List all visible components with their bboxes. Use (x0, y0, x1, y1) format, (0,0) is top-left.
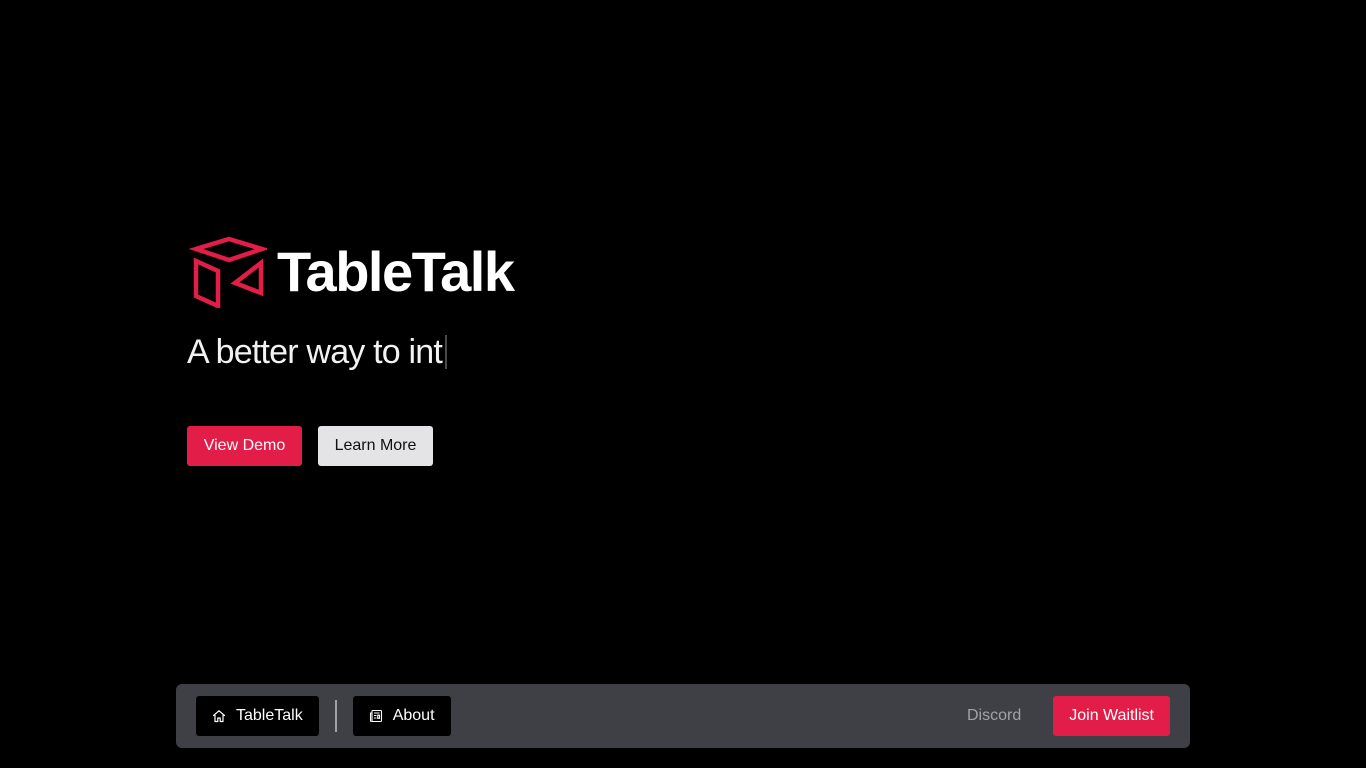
typing-caret (445, 335, 448, 369)
nav-home-button[interactable]: TableTalk (196, 696, 319, 736)
discord-link[interactable]: Discord (967, 707, 1021, 725)
nav-divider (334, 700, 337, 732)
nav-about-label: About (392, 707, 435, 724)
nav-about-button[interactable]: About (352, 696, 451, 736)
bottom-nav-bar: TableTalk About Discord Join Waitlist (176, 684, 1190, 748)
tagline: A better way to int (187, 333, 443, 371)
newspaper-icon (369, 709, 382, 723)
hero-section: TableTalk A better way to int View Demo … (187, 236, 515, 466)
learn-more-button[interactable]: Learn More (318, 426, 433, 466)
view-demo-button[interactable]: View Demo (187, 426, 302, 466)
join-waitlist-button[interactable]: Join Waitlist (1053, 696, 1170, 736)
cta-group: View Demo Learn More (187, 426, 433, 466)
tagline-row: A better way to int (187, 332, 448, 372)
brand-name: TableTalk (277, 240, 515, 303)
brand: TableTalk (187, 236, 515, 308)
home-icon (212, 710, 226, 723)
nav-home-label: TableTalk (236, 707, 303, 724)
box-outline-icon (188, 236, 267, 308)
